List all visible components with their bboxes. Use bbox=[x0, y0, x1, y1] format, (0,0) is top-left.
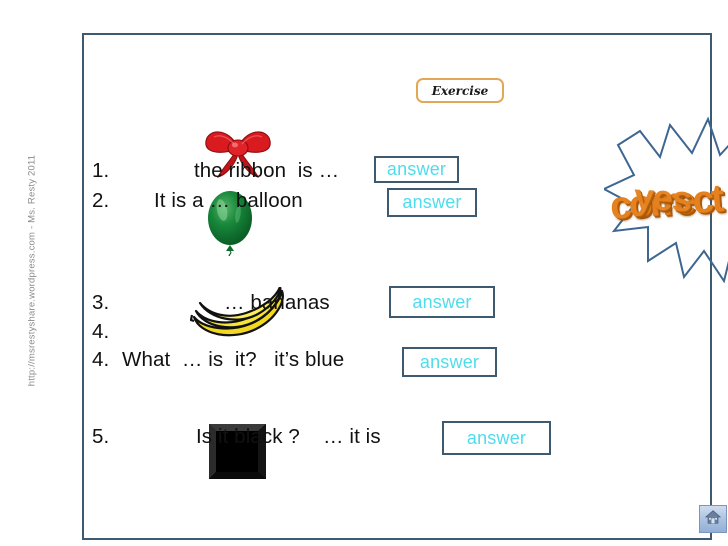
question-3-text: … bananas bbox=[224, 291, 330, 314]
home-button[interactable] bbox=[699, 505, 727, 533]
question-6-text: Is it black ? … it is bbox=[196, 425, 381, 448]
question-6-number: 5. bbox=[92, 425, 110, 448]
slide-frame: Exercise correct yes 1. the ribbon is … … bbox=[82, 33, 728, 540]
question-2-text: It is a … balloon bbox=[154, 189, 303, 212]
answer-box-1[interactable]: answer bbox=[374, 156, 459, 183]
question-5-text: What … is it? it’s blue bbox=[122, 348, 345, 371]
exercise-title-box: Exercise bbox=[416, 78, 504, 103]
answer-box-2[interactable]: answer bbox=[387, 188, 477, 217]
answer-label-1: answer bbox=[386, 159, 447, 179]
answer-label-3: answer bbox=[412, 291, 472, 312]
answer-label-5: answer bbox=[466, 427, 527, 448]
answer-box-4[interactable]: answer bbox=[402, 347, 497, 377]
question-5-number: 4. bbox=[92, 348, 110, 371]
starburst-word-yes: yes bbox=[632, 175, 693, 220]
exercise-title-label: Exercise bbox=[431, 83, 489, 98]
site-credit-watermark: http://msrestyshare.wordpress.com - Ms. … bbox=[26, 154, 38, 387]
question-1-number: 1. bbox=[92, 159, 110, 182]
answer-label-2: answer bbox=[402, 192, 462, 212]
home-icon bbox=[704, 508, 722, 531]
question-2-number: 2. bbox=[92, 189, 110, 212]
answer-box-5[interactable]: answer bbox=[442, 421, 551, 455]
answer-box-3[interactable]: answer bbox=[389, 286, 495, 318]
question-1-text: the ribbon is … bbox=[194, 159, 340, 182]
answer-label-4: answer bbox=[419, 351, 480, 372]
correct-starburst-graphic: correct yes bbox=[604, 113, 728, 283]
question-4-blank-number: 4. bbox=[92, 320, 110, 343]
question-3-number: 3. bbox=[92, 291, 110, 314]
starburst-wordart: correct yes bbox=[604, 175, 728, 233]
